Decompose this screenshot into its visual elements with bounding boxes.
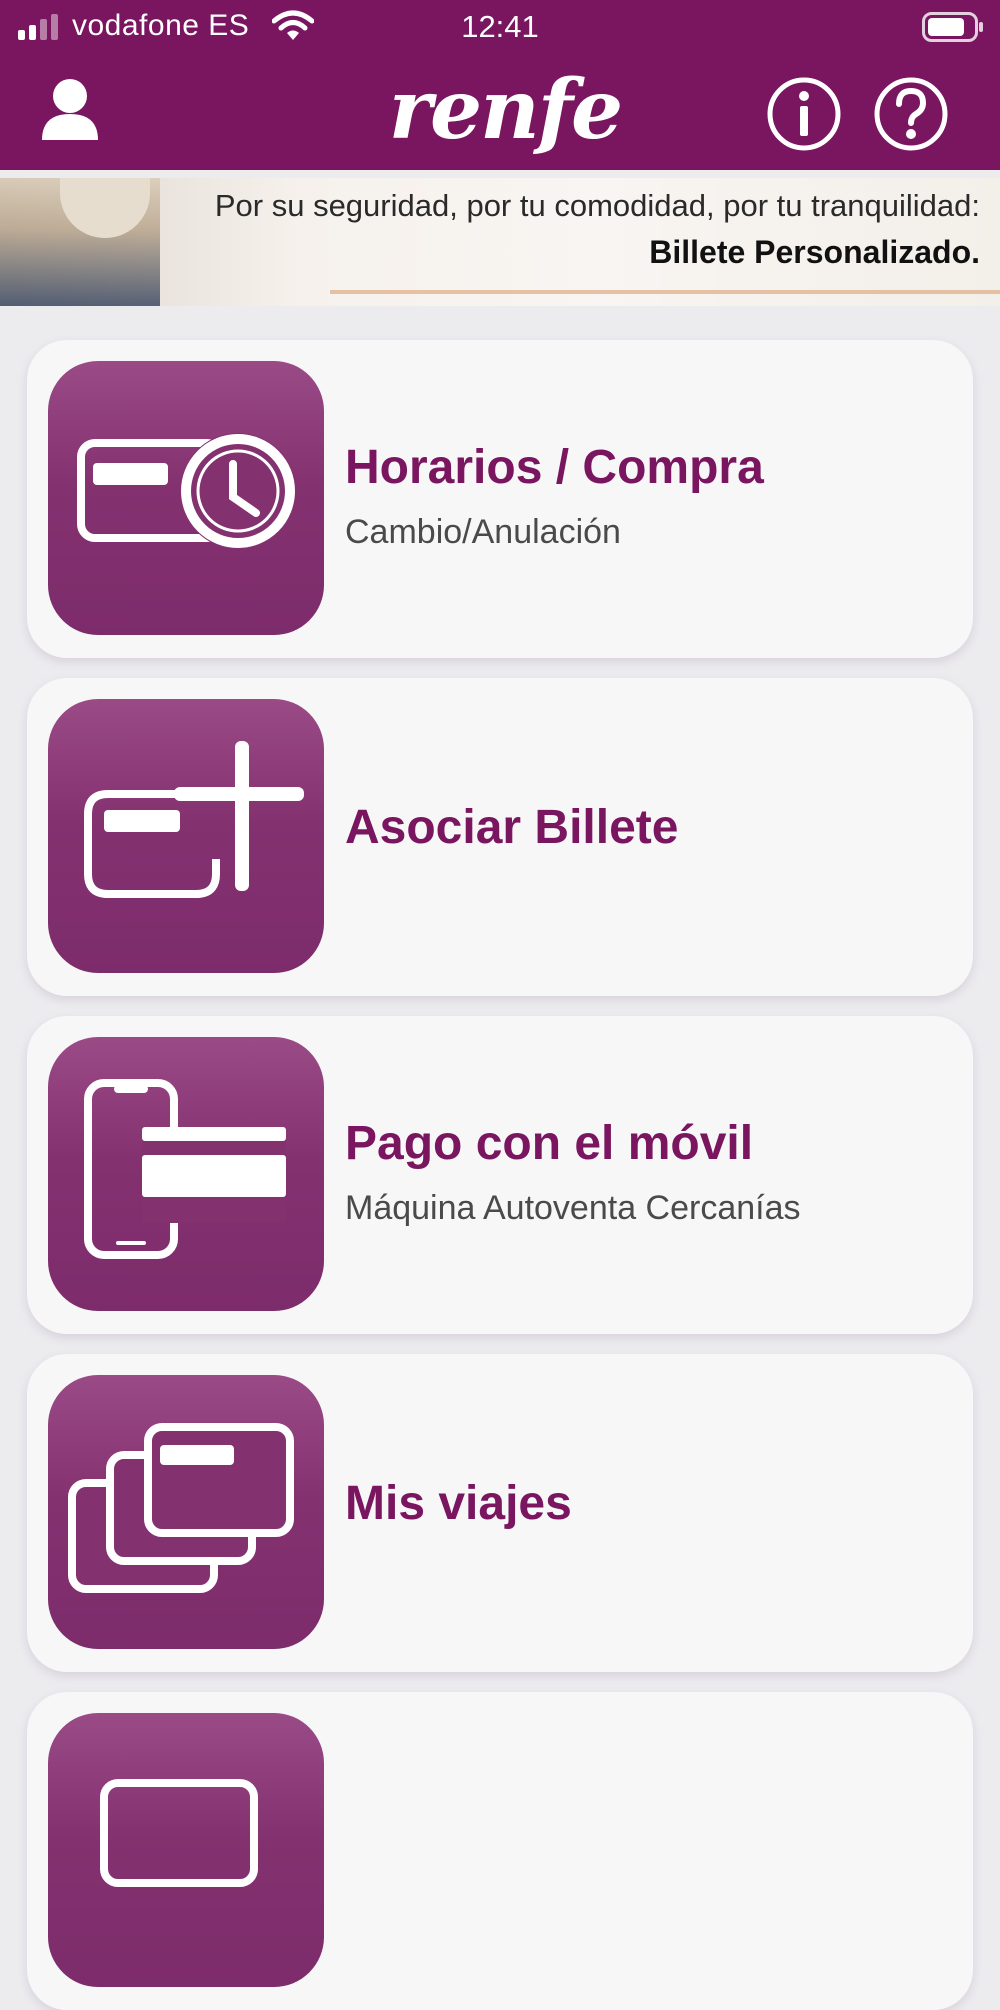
menu-item-horarios-compra[interactable]: Horarios / Compra Cambio/Anulación: [27, 340, 973, 658]
app-header: vodafone ES 12:41 renfe: [0, 0, 1000, 170]
info-icon[interactable]: [766, 76, 842, 152]
menu-tile: [48, 1713, 324, 1987]
banner-headline: Por su seguridad, por tu comodidad, por …: [214, 188, 980, 223]
menu-item-mis-viajes[interactable]: Mis viajes: [27, 1354, 973, 1672]
menu-item-title: Horarios / Compra: [345, 441, 764, 494]
status-time: 12:41: [461, 9, 539, 44]
tickets-stack-icon: [68, 1423, 294, 1593]
menu-tile: [48, 699, 324, 973]
battery-icon: [922, 12, 983, 42]
menu-item-title: Pago con el móvil: [345, 1117, 754, 1170]
menu-item-subtitle: Cambio/Anulación: [345, 513, 621, 551]
status-bar: vodafone ES 12:41: [0, 0, 1000, 52]
menu-tile: [48, 361, 324, 635]
help-icon[interactable]: [873, 76, 949, 152]
banner-divider: [330, 290, 1000, 294]
menu-tile: [48, 1037, 324, 1311]
ticket-add-icon: [84, 741, 304, 898]
menu-item-asociar-billete[interactable]: Asociar Billete: [27, 678, 973, 996]
menu-item-title: Asociar Billete: [345, 801, 679, 854]
menu-item-pago-movil[interactable]: Pago con el móvil Máquina Autoventa Cerc…: [27, 1016, 973, 1334]
banner-tagline: Billete Personalizado.: [649, 234, 980, 270]
phone-card-icon: [84, 1079, 286, 1259]
menu-tile: [48, 1375, 324, 1649]
menu-item-title: Mis viajes: [345, 1477, 572, 1530]
user-icon[interactable]: [40, 78, 100, 142]
ticket-clock-icon: [77, 433, 296, 549]
menu-item-subtitle: Máquina Autoventa Cercanías: [345, 1189, 801, 1227]
menu-item-partial[interactable]: [27, 1692, 973, 2010]
promo-banner[interactable]: Por su seguridad, por tu comodidad, por …: [0, 178, 1000, 306]
renfe-logo: renfe: [388, 62, 623, 158]
ticket-icon: [100, 1779, 258, 1887]
